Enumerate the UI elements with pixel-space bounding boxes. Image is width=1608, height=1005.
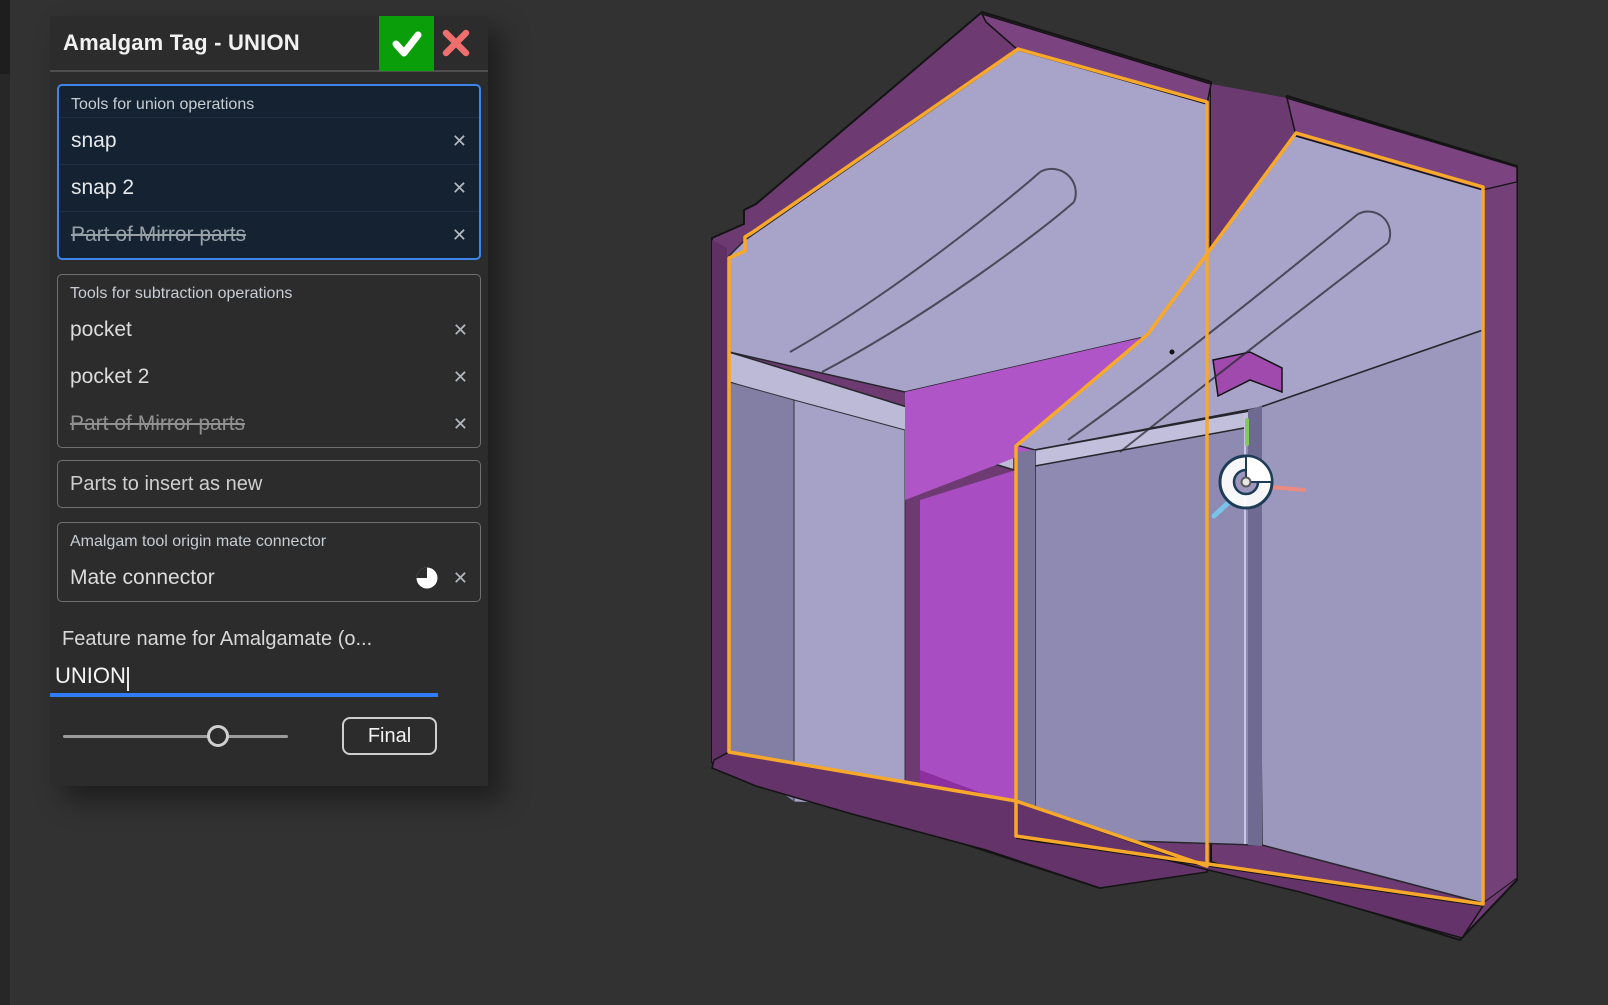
input-underline xyxy=(50,693,438,697)
item-label-excluded: Part of Mirror parts xyxy=(71,223,247,246)
rollback-slider[interactable] xyxy=(63,725,288,747)
section-parts-insert-new[interactable]: Parts to insert as new xyxy=(57,460,481,508)
list-item[interactable]: Part of Mirror parts ✕ xyxy=(58,400,480,447)
section-label: Amalgam tool origin mate connector xyxy=(70,533,327,550)
list-item[interactable]: Part of Mirror parts ✕ xyxy=(59,211,479,258)
list-item[interactable]: snap ✕ xyxy=(59,117,479,164)
list-item[interactable]: Mate connector ✕ xyxy=(58,554,480,601)
dialog-title: Amalgam Tag - UNION xyxy=(63,30,300,55)
mate-connector-pie-icon[interactable] xyxy=(415,566,439,590)
cancel-button[interactable] xyxy=(434,16,478,71)
remove-item-icon[interactable]: ✕ xyxy=(452,132,467,150)
accept-button[interactable] xyxy=(379,15,434,71)
feature-name-input[interactable]: UNION xyxy=(50,659,438,697)
dialog-header: Amalgam Tag - UNION xyxy=(50,15,488,72)
section-origin-mate-connector[interactable]: Amalgam tool origin mate connector Mate … xyxy=(57,522,481,602)
remove-item-icon[interactable]: ✕ xyxy=(453,321,468,339)
remove-item-icon[interactable]: ✕ xyxy=(453,368,468,386)
item-label: Mate connector xyxy=(70,565,215,589)
item-label: pocket 2 xyxy=(70,364,150,388)
list-item[interactable]: pocket 2 ✕ xyxy=(58,353,480,400)
remove-item-icon[interactable]: ✕ xyxy=(452,226,467,244)
remove-item-icon[interactable]: ✕ xyxy=(453,569,468,587)
x-icon xyxy=(442,29,470,57)
final-button[interactable]: Final xyxy=(342,717,437,755)
slider-handle[interactable] xyxy=(207,725,230,747)
section-label: Parts to insert as new xyxy=(70,472,263,495)
left-edge-strip-top xyxy=(0,0,10,74)
feature-name-label: Feature name for Amalgamate (o... xyxy=(62,628,373,650)
text-caret xyxy=(126,666,129,691)
list-item[interactable]: snap 2 ✕ xyxy=(59,164,479,211)
feature-name-value: UNION xyxy=(55,663,126,688)
item-label: snap xyxy=(71,129,117,152)
remove-item-icon[interactable]: ✕ xyxy=(452,179,467,197)
section-union-tools[interactable]: Tools for union operations snap ✕ snap 2… xyxy=(57,84,481,260)
list-item[interactable]: pocket ✕ xyxy=(58,306,480,353)
item-label-excluded: Part of Mirror parts xyxy=(70,411,246,435)
item-label: pocket xyxy=(70,317,132,341)
section-label: Tools for subtraction operations xyxy=(70,285,293,302)
left-edge-strip xyxy=(0,0,10,1005)
section-subtraction-tools[interactable]: Tools for subtraction operations pocket … xyxy=(57,274,481,448)
slider-track[interactable] xyxy=(63,735,288,738)
checkmark-icon xyxy=(392,31,421,57)
section-label: Tools for union operations xyxy=(71,96,255,113)
item-label: snap 2 xyxy=(71,176,135,199)
amalgam-tag-dialog: Amalgam Tag - UNION Tools for union oper… xyxy=(50,15,488,786)
remove-item-icon[interactable]: ✕ xyxy=(453,415,468,433)
